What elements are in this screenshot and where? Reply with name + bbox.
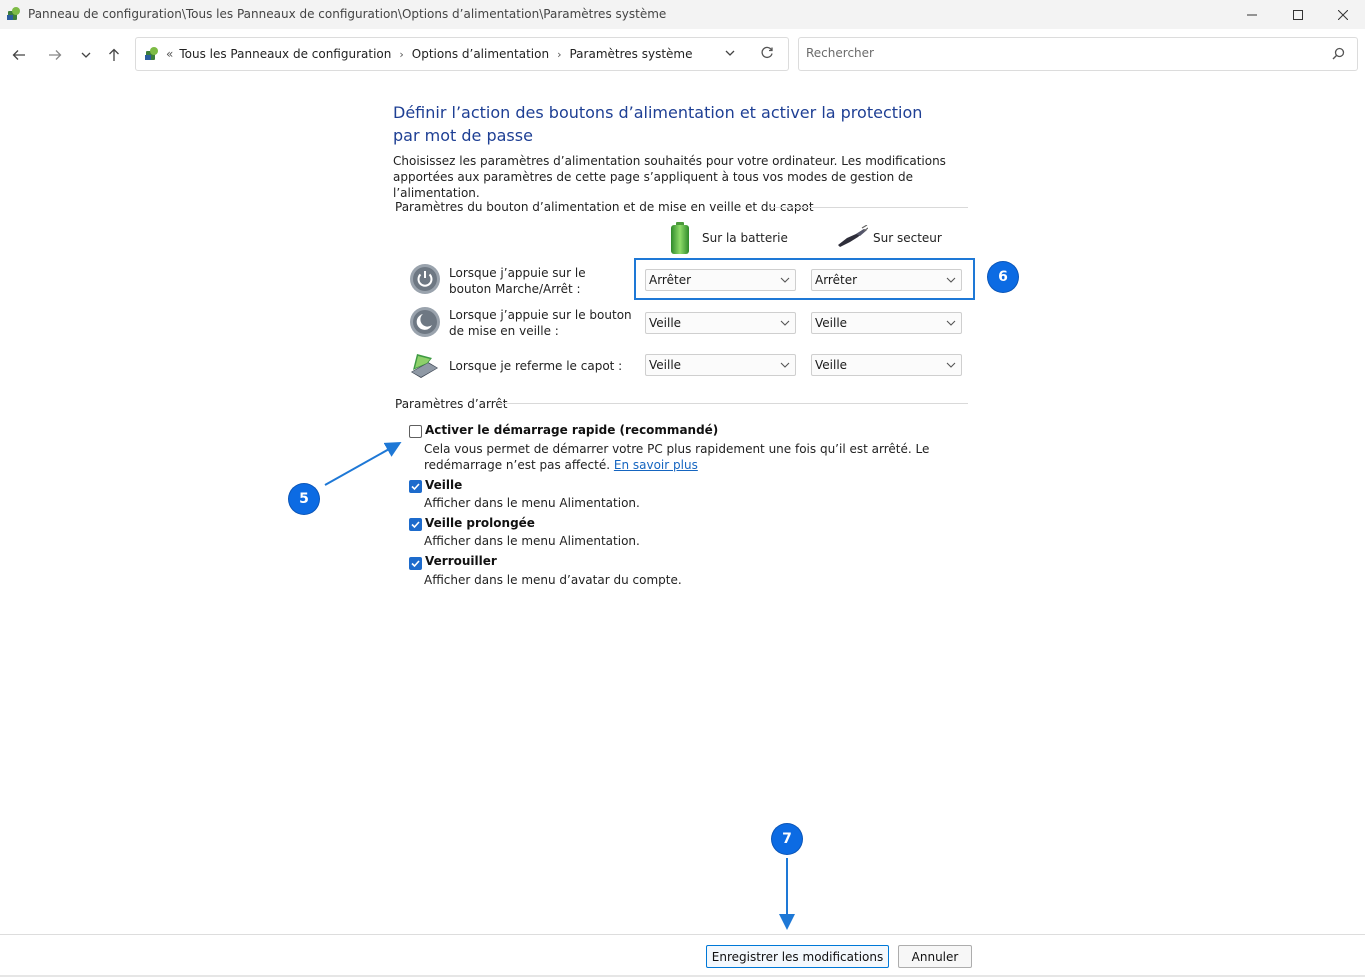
hibernate-option-title: Veille prolongée — [425, 516, 535, 530]
arrow-right-icon — [49, 50, 62, 60]
control-panel-icon — [7, 7, 20, 20]
cancel-button[interactable]: Annuler — [898, 945, 972, 968]
annotation-badge-7: 7 — [772, 824, 802, 854]
breadcrumb-separator[interactable]: › — [557, 48, 561, 61]
window-title: Panneau de configuration\Tous les Pannea… — [28, 7, 667, 21]
lock-option-title: Verrouiller — [425, 554, 497, 568]
refresh-button[interactable] — [760, 46, 774, 63]
hibernate-option-description: Afficher dans le menu Alimentation. — [424, 534, 640, 548]
sleep-button-plugged-select[interactable]: Veille — [811, 312, 962, 334]
checkmark-icon — [411, 483, 420, 491]
shutdown-group-header: Paramètres d’arrêt — [395, 397, 508, 411]
search-icon[interactable] — [1332, 47, 1345, 63]
search-box[interactable] — [798, 37, 1358, 71]
fast-startup-title: Activer le démarrage rapide (recommandé) — [425, 423, 719, 437]
breadcrumb-separator[interactable]: › — [399, 48, 403, 61]
maximize-button[interactable] — [1275, 0, 1321, 29]
hibernate-checkbox[interactable] — [409, 518, 422, 531]
lock-option-description: Afficher dans le menu d’avatar du compte… — [424, 573, 682, 587]
arrow-up-icon — [109, 48, 119, 61]
fast-startup-checkbox[interactable] — [409, 425, 422, 438]
group-divider — [497, 403, 968, 404]
close-button[interactable] — [1320, 0, 1365, 29]
page-title: Définir l’action des boutons d’alimentat… — [393, 103, 923, 145]
breadcrumb-overflow[interactable]: « — [166, 47, 173, 61]
fast-startup-description: Cela vous permet de démarrer votre PC pl… — [424, 442, 930, 472]
annotation-badge-5: 5 — [289, 484, 319, 514]
checkmark-icon — [411, 560, 420, 568]
forward-button[interactable] — [44, 44, 66, 66]
checkmark-icon — [411, 521, 420, 529]
title-bar: Panneau de configuration\Tous les Pannea… — [0, 0, 1365, 29]
search-input[interactable] — [806, 46, 1306, 60]
power-group-header: Paramètres du bouton d’alimentation et d… — [395, 200, 814, 214]
sleep-button-icon — [410, 307, 440, 337]
breadcrumb-power-options[interactable]: Options d’alimentation — [412, 47, 549, 61]
chevron-down-icon — [946, 320, 956, 326]
close-icon — [1338, 9, 1348, 20]
page-description: Choisissez les paramètres d’alimentation… — [393, 154, 946, 200]
sleep-button-battery-select[interactable]: Veille — [645, 312, 796, 334]
column-battery: Sur la batterie — [702, 231, 788, 245]
battery-icon — [671, 222, 689, 254]
control-panel-icon — [145, 47, 158, 60]
chevron-down-icon — [81, 52, 91, 58]
arrow-to-fast-startup — [324, 442, 402, 486]
chevron-down-icon — [725, 50, 735, 56]
minimize-button[interactable] — [1229, 0, 1275, 29]
annotation-badge-6: 6 — [988, 262, 1018, 292]
group-divider — [768, 207, 968, 208]
footer-divider — [0, 934, 1365, 935]
chevron-down-icon — [780, 362, 790, 368]
sleep-checkbox[interactable] — [409, 480, 422, 493]
save-button[interactable]: Enregistrer les modifications — [706, 945, 889, 968]
address-history-button[interactable] — [724, 47, 736, 62]
lid-close-label: Lorsque je referme le capot : — [449, 359, 623, 373]
maximize-icon — [1293, 9, 1303, 20]
power-plug-icon — [838, 225, 868, 247]
sleep-button-label: Lorsque j’appuie sur le bouton de mise e… — [449, 308, 632, 338]
breadcrumb-system-settings[interactable]: Paramètres système — [569, 47, 692, 61]
sleep-option-title: Veille — [425, 478, 463, 492]
sleep-option-description: Afficher dans le menu Alimentation. — [424, 496, 640, 510]
learn-more-link[interactable]: En savoir plus — [614, 458, 698, 472]
refresh-icon — [761, 46, 773, 59]
annotation-highlight-box — [634, 258, 975, 300]
power-button-label: Lorsque j’appuie sur le bouton Marche/Ar… — [449, 266, 586, 296]
lid-close-battery-select[interactable]: Veille — [645, 354, 796, 376]
recent-locations-button[interactable] — [75, 44, 97, 66]
lock-checkbox[interactable] — [409, 557, 422, 570]
lid-close-plugged-select[interactable]: Veille — [811, 354, 962, 376]
arrow-left-icon — [12, 50, 25, 60]
up-button[interactable] — [103, 44, 125, 66]
address-bar[interactable]: « Tous les Panneaux de configuration › O… — [135, 37, 789, 71]
column-plugged: Sur secteur — [873, 231, 942, 245]
breadcrumb-all-control-panels[interactable]: Tous les Panneaux de configuration — [179, 47, 391, 61]
navigation-bar: « Tous les Panneaux de configuration › O… — [0, 29, 1365, 79]
chevron-down-icon — [780, 320, 790, 326]
chevron-down-icon — [946, 362, 956, 368]
minimize-icon — [1247, 14, 1257, 15]
laptop-lid-icon — [411, 354, 438, 378]
back-button[interactable] — [8, 44, 30, 66]
power-button-icon — [410, 264, 440, 294]
